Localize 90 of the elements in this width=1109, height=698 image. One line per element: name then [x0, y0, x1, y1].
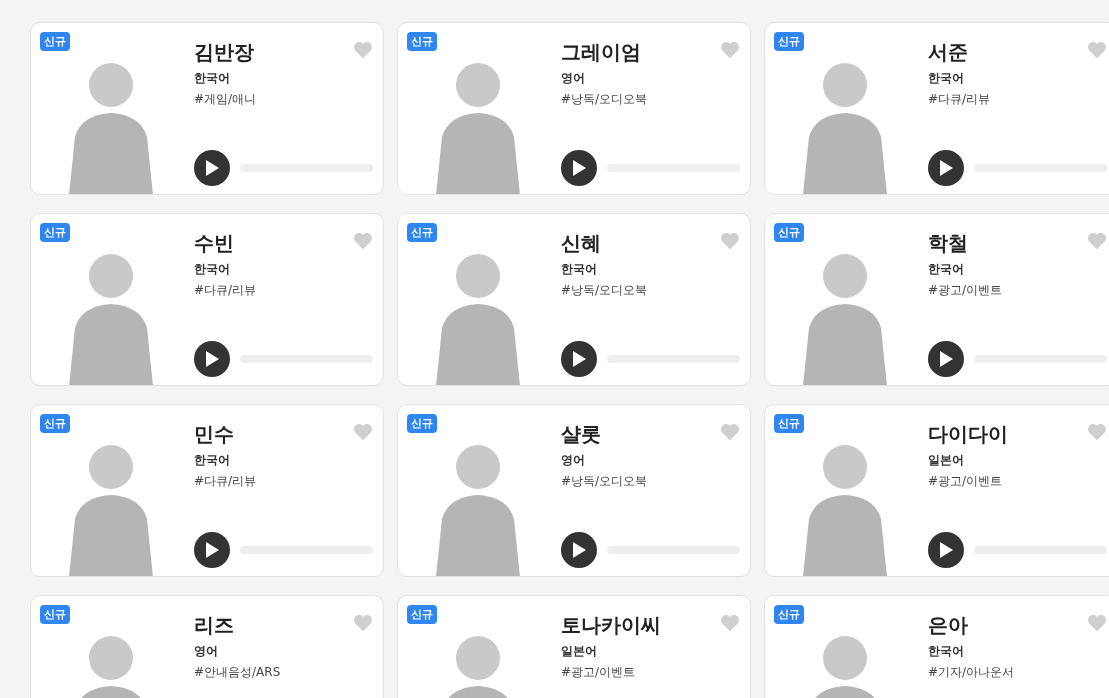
new-badge: 신규: [774, 32, 804, 51]
voice-tag: #게임/애니: [194, 91, 257, 108]
heart-icon[interactable]: [1087, 614, 1107, 632]
voice-card[interactable]: 신규 김반장 한국어 #게임/애니: [30, 22, 384, 195]
voice-language: 영어: [561, 70, 585, 87]
heart-icon[interactable]: [353, 423, 373, 441]
play-icon: [571, 350, 587, 368]
play-button[interactable]: [194, 341, 230, 377]
voice-name: 수빈: [194, 230, 234, 257]
play-icon: [938, 159, 954, 177]
voice-name: 학철: [928, 230, 968, 257]
play-icon: [204, 159, 220, 177]
voice-name: 민수: [194, 421, 234, 448]
voice-tag: #낭독/오디오북: [561, 91, 648, 108]
voice-language: 영어: [561, 452, 585, 469]
voice-tag: #다큐/리뷰: [194, 282, 257, 299]
voice-tag: #다큐/리뷰: [194, 473, 257, 490]
play-button[interactable]: [561, 532, 597, 568]
voice-tag: #낭독/오디오북: [561, 282, 648, 299]
voice-tag: #광고/이벤트: [928, 473, 1003, 490]
new-badge: 신규: [40, 223, 70, 242]
play-button[interactable]: [928, 150, 964, 186]
play-button[interactable]: [561, 150, 597, 186]
voice-card[interactable]: 신규 그레이엄 영어 #낭독/오디오북: [397, 22, 751, 195]
voice-language: 한국어: [928, 261, 964, 278]
new-badge: 신규: [407, 605, 437, 624]
voice-language: 일본어: [928, 452, 964, 469]
play-icon: [204, 541, 220, 559]
voice-name: 그레이엄: [561, 39, 641, 66]
new-badge: 신규: [407, 32, 437, 51]
voice-name: 다이다이: [928, 421, 1008, 448]
voice-language: 한국어: [928, 643, 964, 660]
voice-tag: #안내음성/ARS: [194, 664, 281, 681]
voice-language: 한국어: [194, 261, 230, 278]
voice-card[interactable]: 신규 수빈 한국어 #다큐/리뷰: [30, 213, 384, 386]
play-button[interactable]: [928, 341, 964, 377]
voice-card[interactable]: 신규 다이다이 일본어 #광고/이벤트: [764, 404, 1109, 577]
voice-name: 리즈: [194, 612, 234, 639]
voice-language: 영어: [194, 643, 218, 660]
voice-name: 은아: [928, 612, 968, 639]
play-button[interactable]: [194, 150, 230, 186]
play-icon: [571, 541, 587, 559]
voice-name: 신혜: [561, 230, 601, 257]
heart-icon[interactable]: [720, 41, 740, 59]
heart-icon[interactable]: [1087, 423, 1107, 441]
voice-card[interactable]: 신규 토나카이씨 일본어 #광고/이벤트: [397, 595, 751, 698]
heart-icon[interactable]: [720, 232, 740, 250]
play-button[interactable]: [561, 341, 597, 377]
voice-card[interactable]: 신규 은아 한국어 #기자/아나운서: [764, 595, 1109, 698]
voice-tag: #광고/이벤트: [561, 664, 636, 681]
voice-language: 한국어: [194, 70, 230, 87]
play-icon: [204, 350, 220, 368]
voice-name: 토나카이씨: [561, 612, 661, 639]
new-badge: 신규: [40, 32, 70, 51]
play-icon: [938, 541, 954, 559]
heart-icon[interactable]: [353, 41, 373, 59]
new-badge: 신규: [40, 414, 70, 433]
play-icon: [571, 159, 587, 177]
heart-icon[interactable]: [1087, 232, 1107, 250]
voice-card[interactable]: 신규 학철 한국어 #광고/이벤트: [764, 213, 1109, 386]
heart-icon[interactable]: [720, 614, 740, 632]
new-badge: 신규: [40, 605, 70, 624]
play-icon: [938, 350, 954, 368]
new-badge: 신규: [407, 414, 437, 433]
new-badge: 신규: [774, 605, 804, 624]
voice-name: 김반장: [194, 39, 254, 66]
voice-card[interactable]: 신규 샬롯 영어 #낭독/오디오북: [397, 404, 751, 577]
new-badge: 신규: [774, 414, 804, 433]
voice-tag: #광고/이벤트: [928, 282, 1003, 299]
voice-language: 한국어: [194, 452, 230, 469]
voice-language: 한국어: [928, 70, 964, 87]
voice-card[interactable]: 신규 민수 한국어 #다큐/리뷰: [30, 404, 384, 577]
voice-tag: #기자/아나운서: [928, 664, 1015, 681]
voice-card[interactable]: 신규 서준 한국어 #다큐/리뷰: [764, 22, 1109, 195]
heart-icon[interactable]: [353, 232, 373, 250]
heart-icon[interactable]: [720, 423, 740, 441]
play-button[interactable]: [194, 532, 230, 568]
voice-name: 서준: [928, 39, 968, 66]
heart-icon[interactable]: [1087, 41, 1107, 59]
new-badge: 신규: [774, 223, 804, 242]
voice-language: 한국어: [561, 261, 597, 278]
heart-icon[interactable]: [353, 614, 373, 632]
voice-tag: #낭독/오디오북: [561, 473, 648, 490]
voice-name: 샬롯: [561, 421, 601, 448]
voice-card[interactable]: 신규 신혜 한국어 #낭독/오디오북: [397, 213, 751, 386]
new-badge: 신규: [407, 223, 437, 242]
voice-card[interactable]: 신규 리즈 영어 #안내음성/ARS: [30, 595, 384, 698]
voice-tag: #다큐/리뷰: [928, 91, 991, 108]
voice-language: 일본어: [561, 643, 597, 660]
play-button[interactable]: [928, 532, 964, 568]
